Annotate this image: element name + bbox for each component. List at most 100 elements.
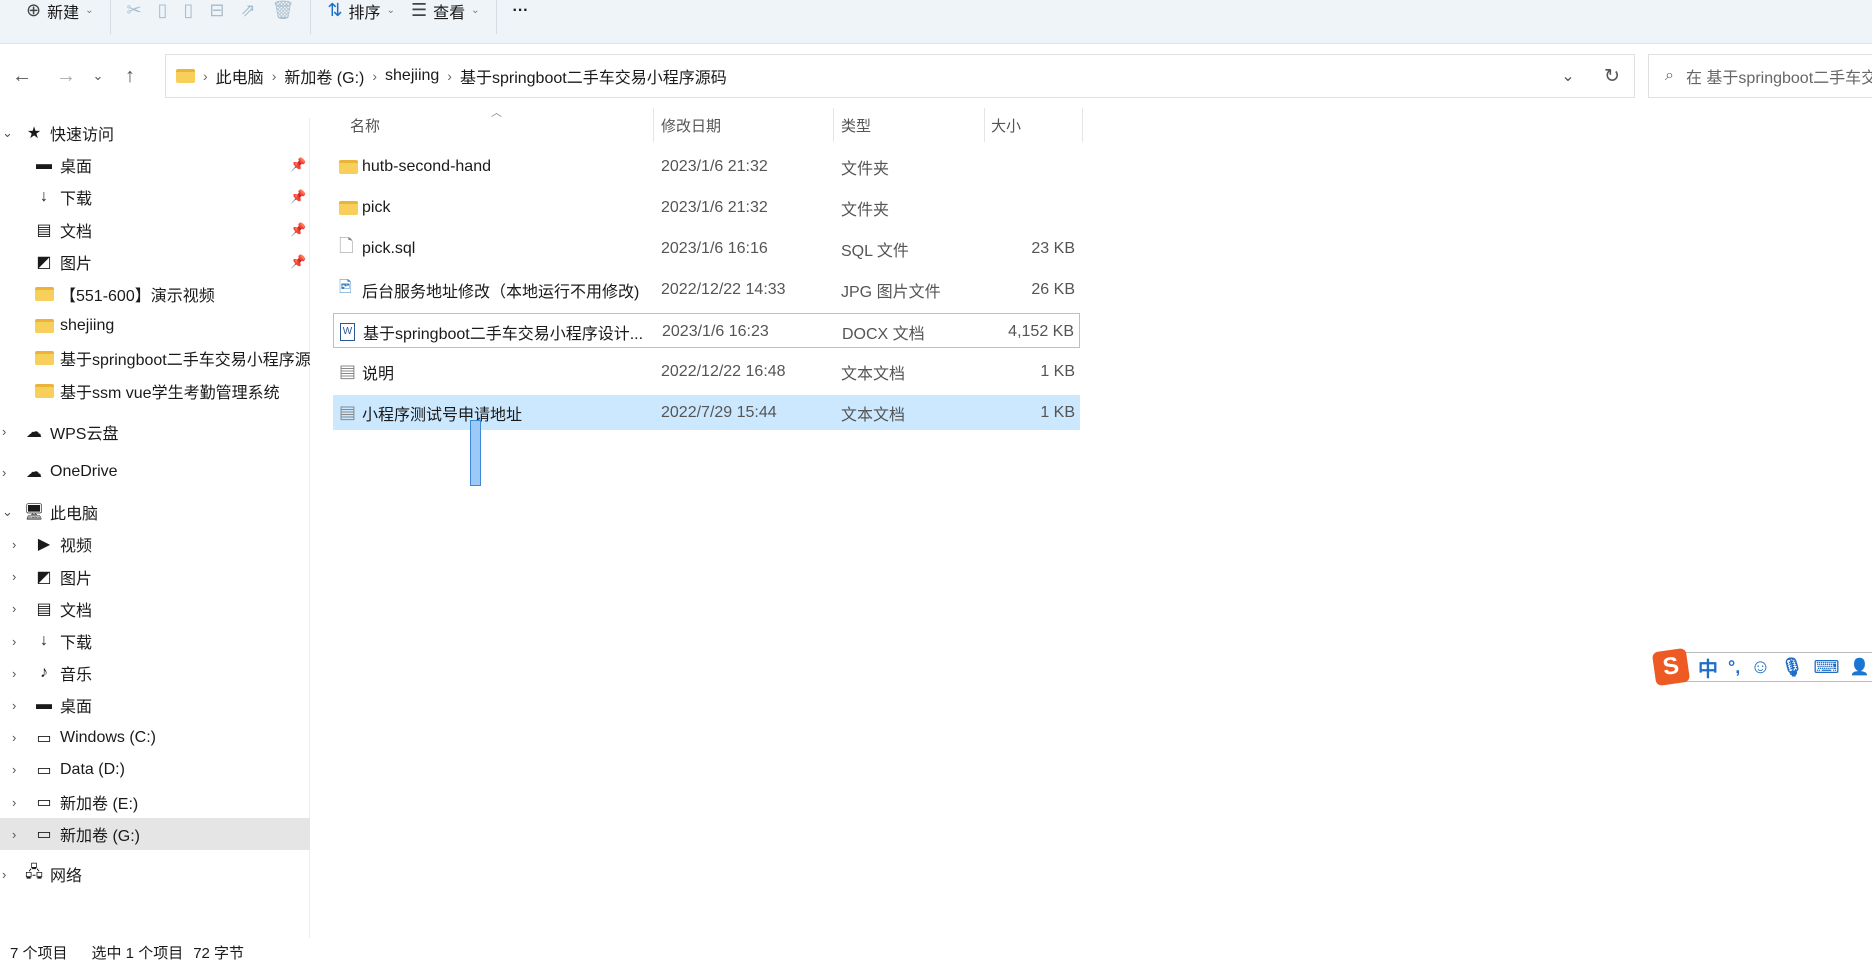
copy-icon: ▯ [157, 0, 168, 20]
nav-item-label: 此电脑 [50, 506, 99, 524]
nav-quick-item[interactable]: ▬ 桌面 📌 [0, 149, 310, 181]
copy-button[interactable]: ▯ [150, 0, 176, 29]
pin-icon[interactable]: 📌 [290, 254, 306, 270]
nav-quick-item[interactable]: ◩ 图片 📌 [0, 246, 310, 278]
chevron-right-icon[interactable]: › [12, 601, 16, 616]
nav-item-label: 图片 [60, 570, 93, 588]
nav-quick-item[interactable]: shejiing [0, 310, 310, 342]
nav-quick-access[interactable]: ⌄ ★ 快速访问 [0, 117, 310, 149]
column-header-type[interactable]: 类型 [841, 108, 981, 142]
chevron-down-icon[interactable]: ⌄ [2, 125, 13, 141]
nav-item-label: 下载 [60, 635, 93, 652]
chevron-right-icon[interactable]: › [12, 537, 16, 552]
chevron-right-icon[interactable]: › [12, 666, 16, 681]
file-row[interactable]: 🗋 pick.sql 2023/1/6 16:16 SQL 文件 23 KB [333, 231, 1080, 266]
nav-pc-item[interactable]: › ◩ 图片 [0, 561, 310, 593]
forward-button[interactable]: → [44, 65, 88, 88]
delete-button[interactable]: 🗑 [264, 0, 303, 29]
ime-toolbar[interactable]: S 中 °, ☺ 🎙 ⌨ 👤 👕 [1651, 647, 1872, 687]
nav-pc-item[interactable]: › ▭ 新加卷 (E:) [0, 786, 310, 818]
column-divider[interactable] [1082, 108, 1083, 142]
new-button[interactable]: ⊕ 新建 ⌄ [18, 0, 102, 29]
star-icon: ★ [26, 125, 42, 142]
breadcrumb-item[interactable]: shejiing [385, 67, 439, 85]
file-row[interactable]: W 基于springboot二手车交易小程序设计... 2023/1/6 16:… [333, 313, 1080, 348]
drive-icon: ▭ [36, 826, 52, 844]
chevron-right-icon[interactable]: › [12, 634, 16, 649]
emoji-icon[interactable]: ☺ [1750, 656, 1770, 679]
nav-pc-item[interactable]: › ▬ 桌面 [0, 689, 310, 721]
column-divider[interactable] [833, 108, 834, 142]
view-button[interactable]: ☰ 查看 ⌄ [403, 0, 488, 29]
address-dropdown-button[interactable]: ⌄ [1546, 66, 1590, 86]
chevron-right-icon[interactable]: › [12, 827, 16, 842]
nav-this-pc[interactable]: ⌄ 🖥 此电脑 [0, 496, 310, 528]
recent-dropdown[interactable]: ⌄ [88, 68, 108, 84]
more-button[interactable]: ··· [505, 0, 537, 29]
chevron-right-icon[interactable]: › [12, 762, 16, 777]
breadcrumb-item[interactable]: 基于springboot二手车交易小程序源码 [460, 64, 727, 88]
rename-button[interactable]: ⊟ [201, 0, 232, 29]
nav-quick-item[interactable]: ↓ 下载 📌 [0, 181, 310, 213]
refresh-button[interactable]: ↻ [1590, 65, 1634, 88]
nav-quick-item[interactable]: ▤ 文档 📌 [0, 214, 310, 246]
file-type: SQL 文件 [841, 242, 909, 260]
nav-network[interactable]: › 🖧 网络 [0, 858, 310, 890]
file-row[interactable]: 🖻 后台服务地址修改（本地运行不用修改) 2022/12/22 14:33 JP… [333, 272, 1080, 307]
file-row[interactable]: hutb-second-hand 2023/1/6 21:32 文件夹 [333, 149, 1080, 184]
nav-quick-item[interactable]: 【551-600】演示视频 [0, 278, 310, 310]
breadcrumb-item[interactable]: 此电脑 [216, 64, 264, 88]
nav-pc-item[interactable]: › ▤ 文档 [0, 593, 310, 625]
back-button[interactable]: ← [0, 65, 44, 88]
address-bar[interactable]: › 此电脑 › 新加卷 (G:) › shejiing › 基于springbo… [165, 54, 1635, 98]
chevron-down-icon[interactable]: ⌄ [2, 504, 13, 520]
share-button[interactable]: ⇗ [233, 0, 264, 29]
nav-onedrive[interactable]: › ☁ OneDrive [0, 456, 310, 488]
nav-wps-cloud[interactable]: › ☁ WPS云盘 [0, 416, 310, 448]
pin-icon[interactable]: 📌 [290, 157, 306, 173]
file-row[interactable]: pick 2023/1/6 21:32 文件夹 [333, 190, 1080, 225]
nav-item-label: 音乐 [60, 667, 93, 685]
nav-pc-item[interactable]: › ▭ 新加卷 (G:) [0, 818, 310, 851]
paste-button[interactable]: ▯ [176, 0, 202, 29]
user-icon[interactable]: 👤 [1849, 657, 1869, 677]
file-row[interactable]: ▤ 小程序测试号申请地址 2022/7/29 15:44 文本文档 1 KB [333, 395, 1080, 430]
nav-pc-item[interactable]: › ♪ 音乐 [0, 657, 310, 689]
nav-pc-item[interactable]: › ▭ Data (D:) [0, 754, 310, 786]
image-file-icon: 🖻 [339, 279, 352, 296]
nav-pc-item[interactable]: › ↓ 下载 [0, 625, 310, 657]
chevron-right-icon[interactable]: › [2, 867, 6, 882]
chevron-right-icon[interactable]: › [12, 795, 16, 810]
chevron-right-icon[interactable]: › [2, 465, 6, 480]
file-date: 2023/1/6 21:32 [661, 157, 768, 175]
pin-icon[interactable]: 📌 [290, 189, 306, 205]
nav-pc-item[interactable]: › ▶ 视频 [0, 528, 310, 560]
nav-quick-item[interactable]: 基于ssm vue学生考勤管理系统 [0, 375, 310, 407]
search-input[interactable]: 在 基于springboot二手车交易小程序源码 中搜索 [1686, 64, 1872, 88]
ime-punctuation-toggle[interactable]: °, [1728, 657, 1740, 678]
column-header-date[interactable]: 修改日期 [661, 108, 831, 142]
ime-language-toggle[interactable]: 中 [1698, 653, 1718, 682]
chevron-right-icon[interactable]: › [12, 698, 16, 713]
pin-icon[interactable]: 📌 [290, 222, 306, 238]
search-box[interactable]: ⌕ 在 基于springboot二手车交易小程序源码 中搜索 [1648, 54, 1872, 98]
nav-item-label: WPS云盘 [50, 425, 119, 443]
nav-quick-item[interactable]: 基于springboot二手车交易小程序源码 [0, 342, 310, 374]
chevron-right-icon[interactable]: › [12, 569, 16, 584]
up-button[interactable]: ↑ [108, 65, 152, 88]
chevron-right-icon[interactable]: › [12, 730, 16, 745]
microphone-icon[interactable]: 🎙 [1781, 657, 1804, 678]
keyboard-icon[interactable]: ⌨ [1813, 657, 1839, 678]
cut-button[interactable]: ✂ [119, 0, 150, 29]
selection-size: 72 字节 [193, 945, 245, 962]
column-divider[interactable] [984, 108, 985, 142]
file-row[interactable]: ▤ 说明 2022/12/22 16:48 文本文档 1 KB [333, 354, 1080, 389]
column-header-size[interactable]: 大小 [991, 108, 1071, 142]
column-divider[interactable] [653, 108, 654, 142]
sort-button[interactable]: ⇅ 排序 ⌄ [319, 0, 403, 29]
file-type: 文本文档 [841, 406, 906, 424]
chevron-right-icon[interactable]: › [2, 424, 6, 439]
nav-pc-item[interactable]: › ▭ Windows (C:) [0, 722, 310, 754]
column-header-name[interactable]: 名称 [350, 108, 650, 142]
breadcrumb-item[interactable]: 新加卷 (G:) [284, 64, 364, 88]
